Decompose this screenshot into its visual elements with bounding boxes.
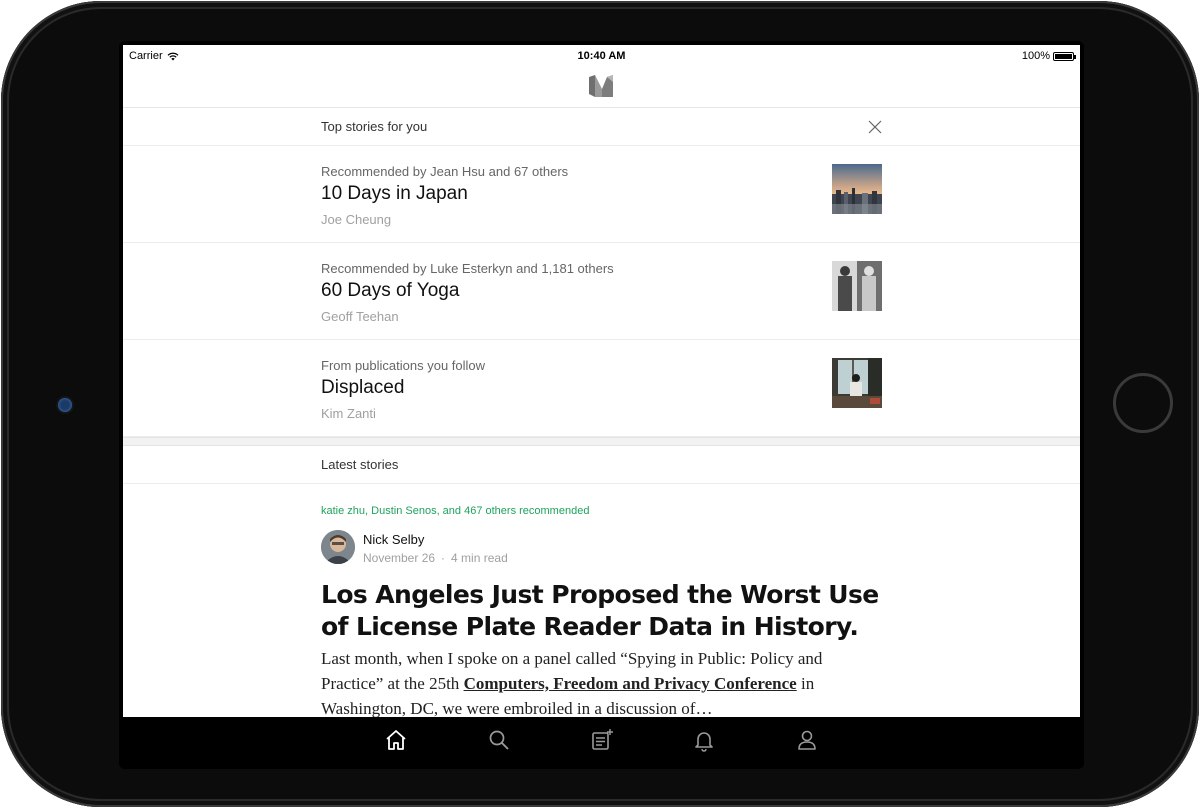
top-stories-title: Top stories for you bbox=[321, 119, 428, 134]
search-icon[interactable] bbox=[487, 728, 511, 752]
story-title[interactable]: Displaced bbox=[321, 377, 404, 399]
latest-stories-title: Latest stories bbox=[321, 457, 399, 472]
battery-icon bbox=[1053, 51, 1076, 61]
conference-link[interactable]: Computers, Freedom and Privacy Conferenc… bbox=[464, 674, 797, 693]
ipad-frame: Carrier 10:40 AM 100% Top stories for yo… bbox=[1, 1, 1199, 807]
author-avatar[interactable] bbox=[321, 530, 355, 564]
medium-logo-icon[interactable] bbox=[589, 75, 613, 97]
battery-percent: 100% bbox=[1021, 50, 1050, 62]
bell-icon[interactable] bbox=[692, 728, 716, 752]
story-author[interactable]: Joe Cheung bbox=[321, 212, 391, 227]
story-author[interactable]: Geoff Teehan bbox=[321, 309, 399, 324]
screen: Carrier 10:40 AM 100% Top stories for yo… bbox=[119, 41, 1084, 769]
profile-icon[interactable] bbox=[795, 728, 819, 752]
section-divider bbox=[123, 437, 1080, 446]
story-reason: Recommended by Luke Esterkyn and 1,181 o… bbox=[321, 261, 614, 276]
compose-icon[interactable] bbox=[590, 728, 614, 752]
clock: 10:40 AM bbox=[577, 50, 626, 62]
story-title[interactable]: 60 Days of Yoga bbox=[321, 280, 459, 302]
recommended-by-line[interactable]: katie zhu, Dustin Senos, and 467 others … bbox=[321, 505, 589, 517]
story-title[interactable]: 10 Days in Japan bbox=[321, 183, 468, 205]
latest-stories-header: Latest stories bbox=[123, 446, 1080, 484]
story-reason: Recommended by Jean Hsu and 67 others bbox=[321, 164, 569, 179]
close-icon[interactable] bbox=[867, 119, 883, 135]
article-title[interactable]: Los Angeles Just Proposed the Worst Use … bbox=[321, 579, 881, 643]
story-card[interactable]: Recommended by Luke Esterkyn and 1,181 o… bbox=[123, 243, 1080, 340]
story-card[interactable]: Recommended by Jean Hsu and 67 others 10… bbox=[123, 146, 1080, 243]
status-bar: Carrier 10:40 AM 100% bbox=[123, 45, 1080, 67]
read-time: 4 min read bbox=[451, 551, 508, 565]
medium-app: Carrier 10:40 AM 100% Top stories for yo… bbox=[123, 45, 1080, 765]
article-date: November 26 bbox=[363, 551, 436, 565]
battery-indicator: 100% bbox=[1021, 50, 1076, 62]
front-camera bbox=[58, 398, 72, 412]
article-meta: November 26 · 4 min read bbox=[363, 551, 508, 565]
story-thumbnail-yoga[interactable] bbox=[832, 261, 882, 311]
author-name[interactable]: Nick Selby bbox=[363, 532, 424, 547]
home-button[interactable] bbox=[1113, 373, 1173, 433]
home-icon[interactable] bbox=[384, 728, 408, 752]
story-thumbnail-window[interactable] bbox=[832, 358, 882, 408]
story-card[interactable]: From publications you follow Displaced K… bbox=[123, 340, 1080, 437]
nav-bar bbox=[123, 67, 1080, 108]
article-excerpt[interactable]: Last month, when I spoke on a panel call… bbox=[321, 646, 881, 721]
meta-separator: · bbox=[441, 551, 446, 565]
story-author[interactable]: Kim Zanti bbox=[321, 406, 376, 421]
story-thumbnail-city[interactable] bbox=[832, 164, 882, 214]
story-reason: From publications you follow bbox=[321, 358, 486, 373]
top-stories-header: Top stories for you bbox=[123, 108, 1080, 146]
tab-bar bbox=[123, 717, 1080, 765]
